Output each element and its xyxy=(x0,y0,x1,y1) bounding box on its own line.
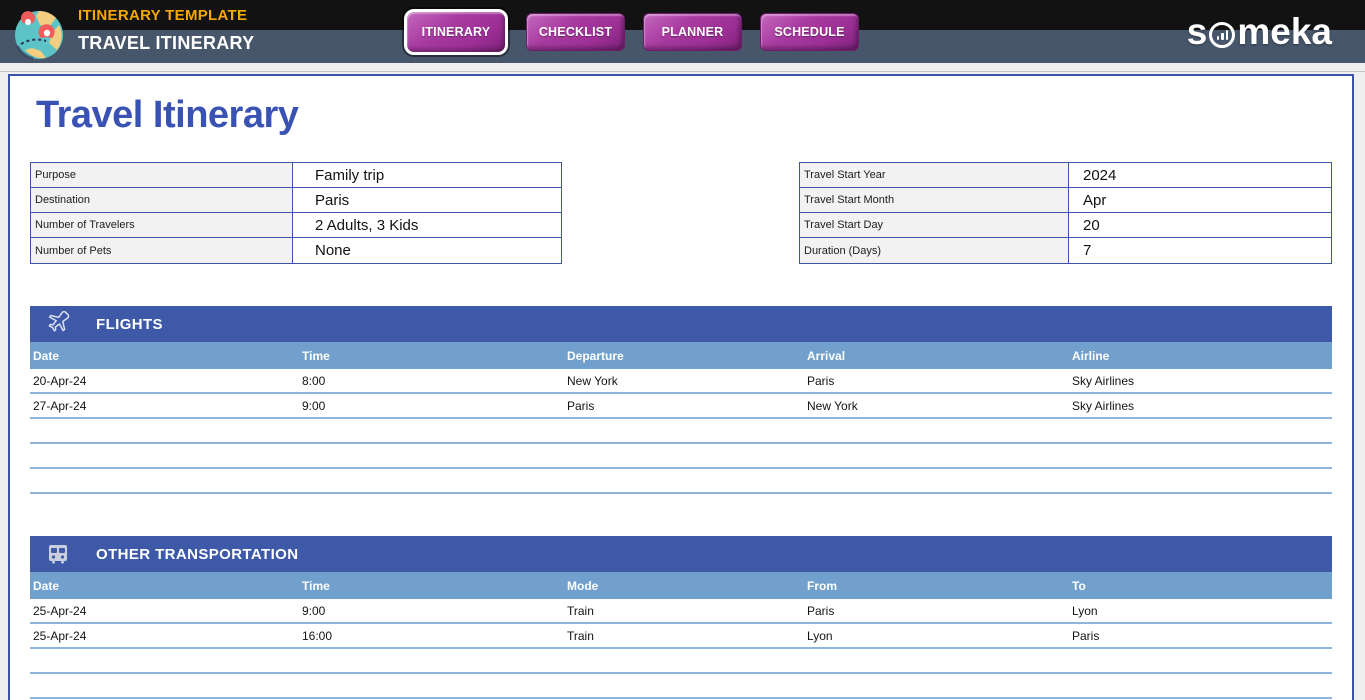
column-header: Arrival xyxy=(804,349,1069,363)
field-label: Purpose xyxy=(31,163,293,187)
transport-date[interactable]: 25-Apr-24 xyxy=(30,629,299,643)
flights-section: FLIGHTS Date Time Departure Arrival Airl… xyxy=(30,306,1332,494)
flight-arrival[interactable]: New York xyxy=(804,399,1069,413)
flights-column-headers: Date Time Departure Arrival Airline xyxy=(30,342,1332,369)
transport-to[interactable]: Lyon xyxy=(1069,604,1332,618)
travel-dates-table: Travel Start Year 2024 Travel Start Mont… xyxy=(799,162,1332,264)
table-row: Number of Pets None xyxy=(31,238,561,263)
column-header: Mode xyxy=(564,579,804,593)
flight-row-empty[interactable] xyxy=(30,419,1332,444)
field-label: Travel Start Year xyxy=(800,163,1069,187)
brand-text-suffix: meka xyxy=(1237,11,1332,53)
globe-logo-icon xyxy=(13,9,65,61)
content-frame: Travel Itinerary Purpose Family trip Des… xyxy=(8,74,1354,700)
table-row: Number of Travelers 2 Adults, 3 Kids xyxy=(31,213,561,238)
bus-icon xyxy=(40,540,76,568)
flight-date[interactable]: 20-Apr-24 xyxy=(30,374,299,388)
field-label: Duration (Days) xyxy=(800,238,1069,263)
nav-itinerary-button[interactable]: ITINERARY xyxy=(404,9,508,55)
column-header: Date xyxy=(30,579,299,593)
transportation-column-headers: Date Time Mode From To xyxy=(30,572,1332,599)
template-label: ITINERARY TEMPLATE xyxy=(78,6,254,26)
field-value[interactable]: Family trip xyxy=(293,163,561,187)
transport-date[interactable]: 25-Apr-24 xyxy=(30,604,299,618)
trip-info-table: Purpose Family trip Destination Paris Nu… xyxy=(30,162,562,264)
table-row: Duration (Days) 7 xyxy=(800,238,1331,263)
flight-airline[interactable]: Sky Airlines xyxy=(1069,374,1332,388)
table-row: Travel Start Month Apr xyxy=(800,188,1331,213)
nav-schedule-button[interactable]: SCHEDULE xyxy=(760,13,859,51)
column-header: Date xyxy=(30,349,299,363)
someka-logo: smeka xyxy=(1187,11,1332,53)
transport-mode[interactable]: Train xyxy=(564,629,804,643)
transport-time[interactable]: 16:00 xyxy=(299,629,564,643)
flight-row-empty[interactable] xyxy=(30,469,1332,494)
field-value[interactable]: 7 xyxy=(1069,238,1331,263)
info-tables: Purpose Family trip Destination Paris Nu… xyxy=(30,162,1332,264)
nav-planner-button[interactable]: PLANNER xyxy=(643,13,742,51)
brand-chart-icon xyxy=(1209,22,1235,48)
flights-section-header: FLIGHTS xyxy=(30,306,1332,342)
field-value[interactable]: Apr xyxy=(1069,188,1331,212)
column-header: Time xyxy=(299,349,564,363)
field-label: Number of Travelers xyxy=(31,213,293,237)
flight-departure[interactable]: Paris xyxy=(564,399,804,413)
flight-arrival[interactable]: Paris xyxy=(804,374,1069,388)
transportation-row-empty[interactable] xyxy=(30,674,1332,699)
flight-time[interactable]: 9:00 xyxy=(299,399,564,413)
field-label: Destination xyxy=(31,188,293,212)
column-header: Airline xyxy=(1069,349,1332,363)
nav-checklist-button[interactable]: CHECKLIST xyxy=(526,13,625,51)
transport-from[interactable]: Paris xyxy=(804,604,1069,618)
flight-date[interactable]: 27-Apr-24 xyxy=(30,399,299,413)
flight-departure[interactable]: New York xyxy=(564,374,804,388)
table-row: Travel Start Day 20 xyxy=(800,213,1331,238)
table-row: Travel Start Year 2024 xyxy=(800,163,1331,188)
transportation-row[interactable]: 25-Apr-24 16:00 Train Lyon Paris xyxy=(30,624,1332,649)
table-row: Purpose Family trip xyxy=(31,163,561,188)
field-value[interactable]: 2024 xyxy=(1069,163,1331,187)
flight-time[interactable]: 8:00 xyxy=(299,374,564,388)
transportation-section: OTHER TRANSPORTATION Date Time Mode From… xyxy=(30,536,1332,700)
field-value[interactable]: 20 xyxy=(1069,213,1331,237)
column-header: To xyxy=(1069,579,1332,593)
field-label: Number of Pets xyxy=(31,238,293,263)
transport-time[interactable]: 9:00 xyxy=(299,604,564,618)
header-titles: ITINERARY TEMPLATE TRAVEL ITINERARY xyxy=(78,6,254,58)
field-value[interactable]: 2 Adults, 3 Kids xyxy=(293,213,561,237)
column-header: From xyxy=(804,579,1069,593)
flight-row-empty[interactable] xyxy=(30,444,1332,469)
transport-from[interactable]: Lyon xyxy=(804,629,1069,643)
transportation-row[interactable]: 25-Apr-24 9:00 Train Paris Lyon xyxy=(30,599,1332,624)
flights-section-title: FLIGHTS xyxy=(96,316,163,333)
page-title: Travel Itinerary xyxy=(36,92,1332,138)
table-row: Destination Paris xyxy=(31,188,561,213)
field-label: Travel Start Month xyxy=(800,188,1069,212)
brand-text-prefix: s xyxy=(1187,11,1208,53)
plane-icon xyxy=(40,310,76,338)
transport-to[interactable]: Paris xyxy=(1069,629,1332,643)
field-label: Travel Start Day xyxy=(800,213,1069,237)
transport-mode[interactable]: Train xyxy=(564,604,804,618)
main-nav: ITINERARY CHECKLIST PLANNER SCHEDULE xyxy=(404,0,859,63)
column-header: Time xyxy=(299,579,564,593)
app-header: ITINERARY TEMPLATE TRAVEL ITINERARY ITIN… xyxy=(0,0,1365,63)
transportation-row-empty[interactable] xyxy=(30,649,1332,674)
column-header: Departure xyxy=(564,349,804,363)
subheader-strip xyxy=(0,63,1365,72)
field-value[interactable]: Paris xyxy=(293,188,561,212)
app-title: TRAVEL ITINERARY xyxy=(78,28,254,58)
field-value[interactable]: None xyxy=(293,238,561,263)
transportation-section-title: OTHER TRANSPORTATION xyxy=(96,546,298,563)
flight-airline[interactable]: Sky Airlines xyxy=(1069,399,1332,413)
flight-row[interactable]: 27-Apr-24 9:00 Paris New York Sky Airlin… xyxy=(30,394,1332,419)
transportation-section-header: OTHER TRANSPORTATION xyxy=(30,536,1332,572)
flight-row[interactable]: 20-Apr-24 8:00 New York Paris Sky Airlin… xyxy=(30,369,1332,394)
